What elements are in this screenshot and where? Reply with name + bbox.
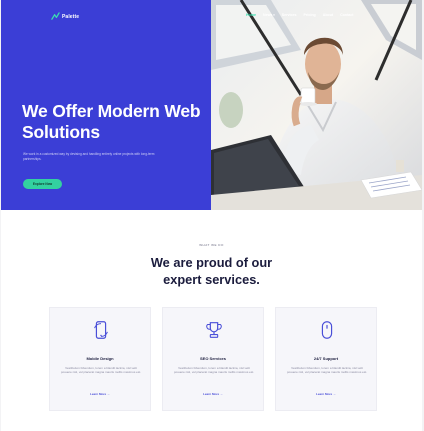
chevron-down-icon: ▾ xyxy=(272,13,275,17)
hero-photo xyxy=(211,0,422,210)
explore-now-button[interactable]: Explore Now xyxy=(23,179,62,189)
card-title: 24/7 Support xyxy=(313,356,339,361)
brand-logo[interactable]: Palette xyxy=(51,12,79,21)
service-card-24-7-support[interactable]: 24/7 Support Vestibulum bibendum, lorem … xyxy=(275,307,377,411)
nav-item-contact[interactable]: Contact xyxy=(340,13,353,17)
hero-description: We work in a customized way by devising … xyxy=(23,152,155,161)
nav-item-home[interactable]: Home xyxy=(246,13,256,17)
page: Palette Home News ▾ Services Pricing Abo… xyxy=(1,0,422,431)
section-title-text: We are proud of our expert services. xyxy=(150,255,273,287)
card-title: SEO Services xyxy=(199,356,227,361)
brand-name: Palette xyxy=(62,13,80,20)
learn-more-link[interactable]: Learn More → xyxy=(163,392,263,396)
nav-item-pricing[interactable]: Pricing xyxy=(304,13,316,17)
mobile-refresh-icon xyxy=(94,321,108,339)
nav-item-services[interactable]: Services xyxy=(282,13,297,17)
section-title: We are proud of our expert services. xyxy=(1,254,422,288)
main-nav: Home News ▾ Services Pricing About Conta… xyxy=(246,13,354,17)
learn-more-link[interactable]: Learn More → xyxy=(276,392,376,396)
section-eyebrow: WHAT WE DO xyxy=(199,243,224,247)
nav-item-about[interactable]: About xyxy=(323,13,333,17)
nav-item-label: News xyxy=(263,13,273,17)
service-cards: Mobile Design Vestibulum bibendum, lorem… xyxy=(49,307,379,411)
service-card-mobile-design[interactable]: Mobile Design Vestibulum bibendum, lorem… xyxy=(49,307,151,411)
card-text: Vestibulum bibendum, lorem a blandit lac… xyxy=(173,366,255,375)
hero-section: Palette Home News ▾ Services Pricing Abo… xyxy=(1,0,422,210)
services-section: WHAT WE DO We are proud of our expert se… xyxy=(1,210,422,431)
learn-more-link[interactable]: Learn More → xyxy=(50,392,150,396)
card-title: Mobile Design xyxy=(86,356,114,361)
card-text: Vestibulum bibendum, lorem a blandit lac… xyxy=(286,366,368,375)
logo-mark-icon xyxy=(51,12,60,20)
hero-title: We Offer Modern Web Solutions xyxy=(22,101,201,142)
mouse-icon xyxy=(321,321,333,339)
service-card-seo-services[interactable]: SEO Services Vestibulum bibendum, lorem … xyxy=(162,307,264,411)
card-text: Vestibulum bibendum, lorem a blandit lac… xyxy=(60,366,142,375)
nav-item-news[interactable]: News ▾ xyxy=(263,13,275,17)
trophy-icon xyxy=(206,322,222,338)
